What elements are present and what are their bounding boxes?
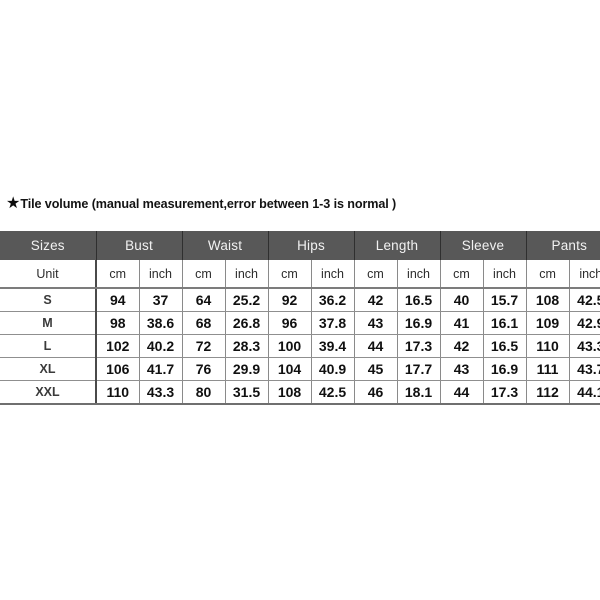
size-chart-table: Sizes Bust Waist Hips Length Sleeve Pant… [0,231,600,405]
measure-cell: 110 [526,334,570,358]
measure-cell: 26.8 [225,311,269,335]
chart-title: ★ Tile volume (manual measurement,error … [6,194,594,214]
measure-cell: 80 [182,380,226,405]
measure-cell: 42 [440,334,484,358]
measure-cell: 42.5 [311,380,355,405]
unit-cell: inch [139,260,183,289]
measure-cell: 40.9 [311,357,355,381]
measure-cell: 41 [440,311,484,335]
measure-cell: 16.1 [483,311,527,335]
measure-cell: 28.3 [225,334,269,358]
measure-cell: 106 [96,357,140,381]
measure-cell: 92 [268,288,312,312]
measure-cell: 31.5 [225,380,269,405]
measure-cell: 43 [354,311,398,335]
measure-cell: 36.2 [311,288,355,312]
measure-cell: 16.9 [483,357,527,381]
measure-cell: 98 [96,311,140,335]
unit-cell: inch [569,260,600,289]
row-size-label: L [0,334,97,358]
row-size-label: XL [0,357,97,381]
measure-cell: 94 [96,288,140,312]
measure-cell: 102 [96,334,140,358]
table-row: M 98 38.6 68 26.8 96 37.8 43 16.9 41 16.… [0,311,600,335]
measure-cell: 44 [440,380,484,405]
header-cell-sizes: Sizes [0,231,97,260]
unit-cell: inch [397,260,441,289]
header-cell-bust: Bust [96,231,183,260]
measure-cell: 112 [526,380,570,405]
size-chart-page: ★ Tile volume (manual measurement,error … [0,0,600,600]
table-row: S 94 37 64 25.2 92 36.2 42 16.5 40 15.7 … [0,288,600,312]
measure-cell: 64 [182,288,226,312]
measure-cell: 25.2 [225,288,269,312]
header-cell-length: Length [354,231,441,260]
measure-cell: 37 [139,288,183,312]
star-icon: ★ [6,195,21,212]
table-row: XXL 110 43.3 80 31.5 108 42.5 46 18.1 44… [0,380,600,405]
unit-cell: inch [225,260,269,289]
measure-cell: 43.3 [569,334,600,358]
measure-cell: 72 [182,334,226,358]
unit-cell: cm [268,260,312,289]
measure-cell: 17.7 [397,357,441,381]
measure-cell: 39.4 [311,334,355,358]
unit-cell: inch [483,260,527,289]
measure-cell: 111 [526,357,570,381]
measure-cell: 40 [440,288,484,312]
header-cell-pants: Pants [526,231,600,260]
measure-cell: 76 [182,357,226,381]
measure-cell: 42 [354,288,398,312]
row-size-label: M [0,311,97,335]
measure-cell: 104 [268,357,312,381]
measure-cell: 16.5 [483,334,527,358]
measure-cell: 108 [268,380,312,405]
measure-cell: 17.3 [397,334,441,358]
measure-cell: 110 [96,380,140,405]
measure-cell: 43 [440,357,484,381]
table-header-row: Sizes Bust Waist Hips Length Sleeve Pant… [0,231,600,260]
unit-cell: cm [182,260,226,289]
unit-cell: inch [311,260,355,289]
row-size-label: XXL [0,380,97,405]
measure-cell: 38.6 [139,311,183,335]
table-row: L 102 40.2 72 28.3 100 39.4 44 17.3 42 1… [0,334,600,358]
unit-cell: cm [354,260,398,289]
measure-cell: 44.1 [569,380,600,405]
measure-cell: 108 [526,288,570,312]
measure-cell: 15.7 [483,288,527,312]
row-size-label: S [0,288,97,312]
measure-cell: 43.7 [569,357,600,381]
measure-cell: 41.7 [139,357,183,381]
measure-cell: 29.9 [225,357,269,381]
unit-cell: cm [440,260,484,289]
table-row: XL 106 41.7 76 29.9 104 40.9 45 17.7 43 … [0,357,600,381]
measure-cell: 96 [268,311,312,335]
unit-cell: cm [96,260,140,289]
measure-cell: 17.3 [483,380,527,405]
measure-cell: 42.9 [569,311,600,335]
header-cell-waist: Waist [182,231,269,260]
measure-cell: 42.5 [569,288,600,312]
measure-cell: 100 [268,334,312,358]
header-cell-hips: Hips [268,231,355,260]
unit-row-label: Unit [0,260,97,289]
chart-title-text: Tile volume (manual measurement,error be… [20,196,397,211]
measure-cell: 37.8 [311,311,355,335]
measure-cell: 109 [526,311,570,335]
header-cell-sleeve: Sleeve [440,231,527,260]
measure-cell: 18.1 [397,380,441,405]
unit-cell: cm [526,260,570,289]
measure-cell: 40.2 [139,334,183,358]
table-unit-row: Unit cm inch cm inch cm inch cm inch cm … [0,260,600,289]
measure-cell: 45 [354,357,398,381]
measure-cell: 68 [182,311,226,335]
measure-cell: 16.5 [397,288,441,312]
measure-cell: 46 [354,380,398,405]
measure-cell: 43.3 [139,380,183,405]
measure-cell: 44 [354,334,398,358]
measure-cell: 16.9 [397,311,441,335]
